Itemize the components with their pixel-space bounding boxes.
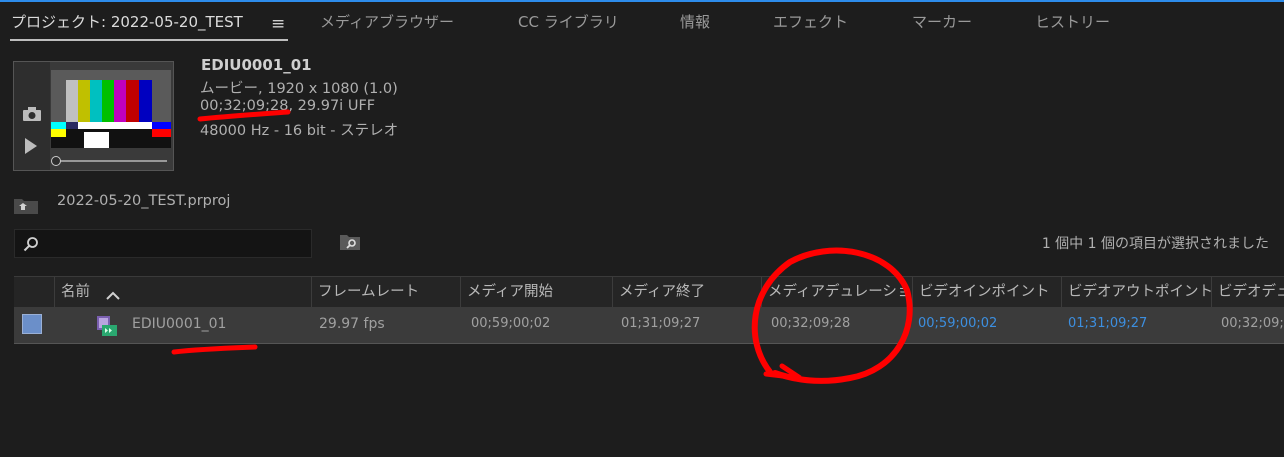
column-header-name[interactable]: 名前	[54, 277, 311, 307]
column-header-video-duration[interactable]: ビデオデュレーション	[1211, 277, 1284, 307]
preview-controls	[14, 62, 50, 170]
annotation-underline-clip-name	[171, 344, 258, 355]
column-header-select	[14, 277, 54, 307]
parent-folder-icon[interactable]	[13, 196, 39, 215]
clip-timecode-info: 00;32;09;28, 29.97i UFF	[200, 98, 376, 114]
clip-audio-info: 48000 Hz - 16 bit - ステレオ	[200, 123, 399, 139]
tab-history[interactable]: ヒストリー	[1035, 11, 1110, 32]
search-icon	[23, 237, 38, 252]
column-header-frame-rate[interactable]: フレームレート	[311, 277, 460, 307]
tab-info[interactable]: 情報	[680, 11, 710, 32]
column-header-media-start[interactable]: メディア開始	[460, 277, 612, 307]
cell-media-end: 01;31;09;27	[621, 316, 701, 331]
active-tab-underline	[10, 39, 288, 41]
tab-media-browser[interactable]: メディアブラウザー	[320, 11, 454, 32]
cell-name: EDIU0001_01	[132, 316, 227, 332]
color-bars-image	[51, 70, 171, 148]
panel-tab-bar: プロジェクト: 2022-05-20_TEST ≡ メディアブラウザー CC ラ…	[0, 2, 1284, 41]
preview-scrubber-handle[interactable]	[51, 156, 61, 166]
cell-video-duration: 00;32;09;28	[1221, 316, 1284, 331]
column-header-media-end[interactable]: メディア終了	[612, 277, 761, 307]
play-icon[interactable]	[25, 138, 37, 154]
tab-effects[interactable]: エフェクト	[773, 11, 848, 32]
preview-scrubber-track[interactable]	[54, 160, 167, 162]
row-select-checkbox[interactable]	[22, 314, 42, 334]
cell-video-in[interactable]: 00;59;00;02	[918, 307, 997, 343]
search-field[interactable]	[14, 229, 312, 258]
tab-project[interactable]: プロジェクト: 2022-05-20_TEST	[11, 11, 243, 32]
table-header: 名前 フレームレート メディア開始 メディア終了 メディアデュレーション ビデオ…	[14, 276, 1284, 307]
clip-type-info: ムービー, 1920 x 1080 (1.0)	[200, 81, 398, 97]
annotation-arrow-tip	[763, 363, 802, 381]
cell-media-duration: 00;32;09;28	[771, 316, 851, 331]
find-in-bin-icon[interactable]	[339, 233, 361, 251]
camera-icon[interactable]	[22, 106, 42, 122]
column-header-label: 名前	[61, 284, 90, 300]
panel-menu-icon[interactable]: ≡	[271, 14, 285, 34]
cell-frame-rate: 29.97 fps	[319, 316, 385, 332]
sort-ascending-icon[interactable]	[105, 291, 121, 301]
table-row[interactable]: EDIU0001_01 29.97 fps 00;59;00;02 01;31;…	[14, 307, 1284, 344]
tab-cc-libraries[interactable]: CC ライブラリ	[518, 11, 619, 32]
clip-name: EDIU0001_01	[201, 56, 312, 74]
video-clip-icon	[97, 316, 117, 336]
cell-media-start: 00;59;00;02	[471, 316, 551, 331]
tab-markers[interactable]: マーカー	[912, 11, 972, 32]
selection-status: 1 個中 1 個の項目が選択されました	[1041, 236, 1269, 252]
clip-preview-thumbnail[interactable]	[13, 61, 174, 171]
column-header-video-out[interactable]: ビデオアウトポイント	[1061, 277, 1211, 307]
project-file-name: 2022-05-20_TEST.prproj	[57, 193, 231, 209]
column-header-media-duration[interactable]: メディアデュレーション	[761, 277, 912, 307]
column-header-video-in[interactable]: ビデオインポイント	[912, 277, 1061, 307]
cell-video-out[interactable]: 01;31;09;27	[1068, 307, 1147, 343]
